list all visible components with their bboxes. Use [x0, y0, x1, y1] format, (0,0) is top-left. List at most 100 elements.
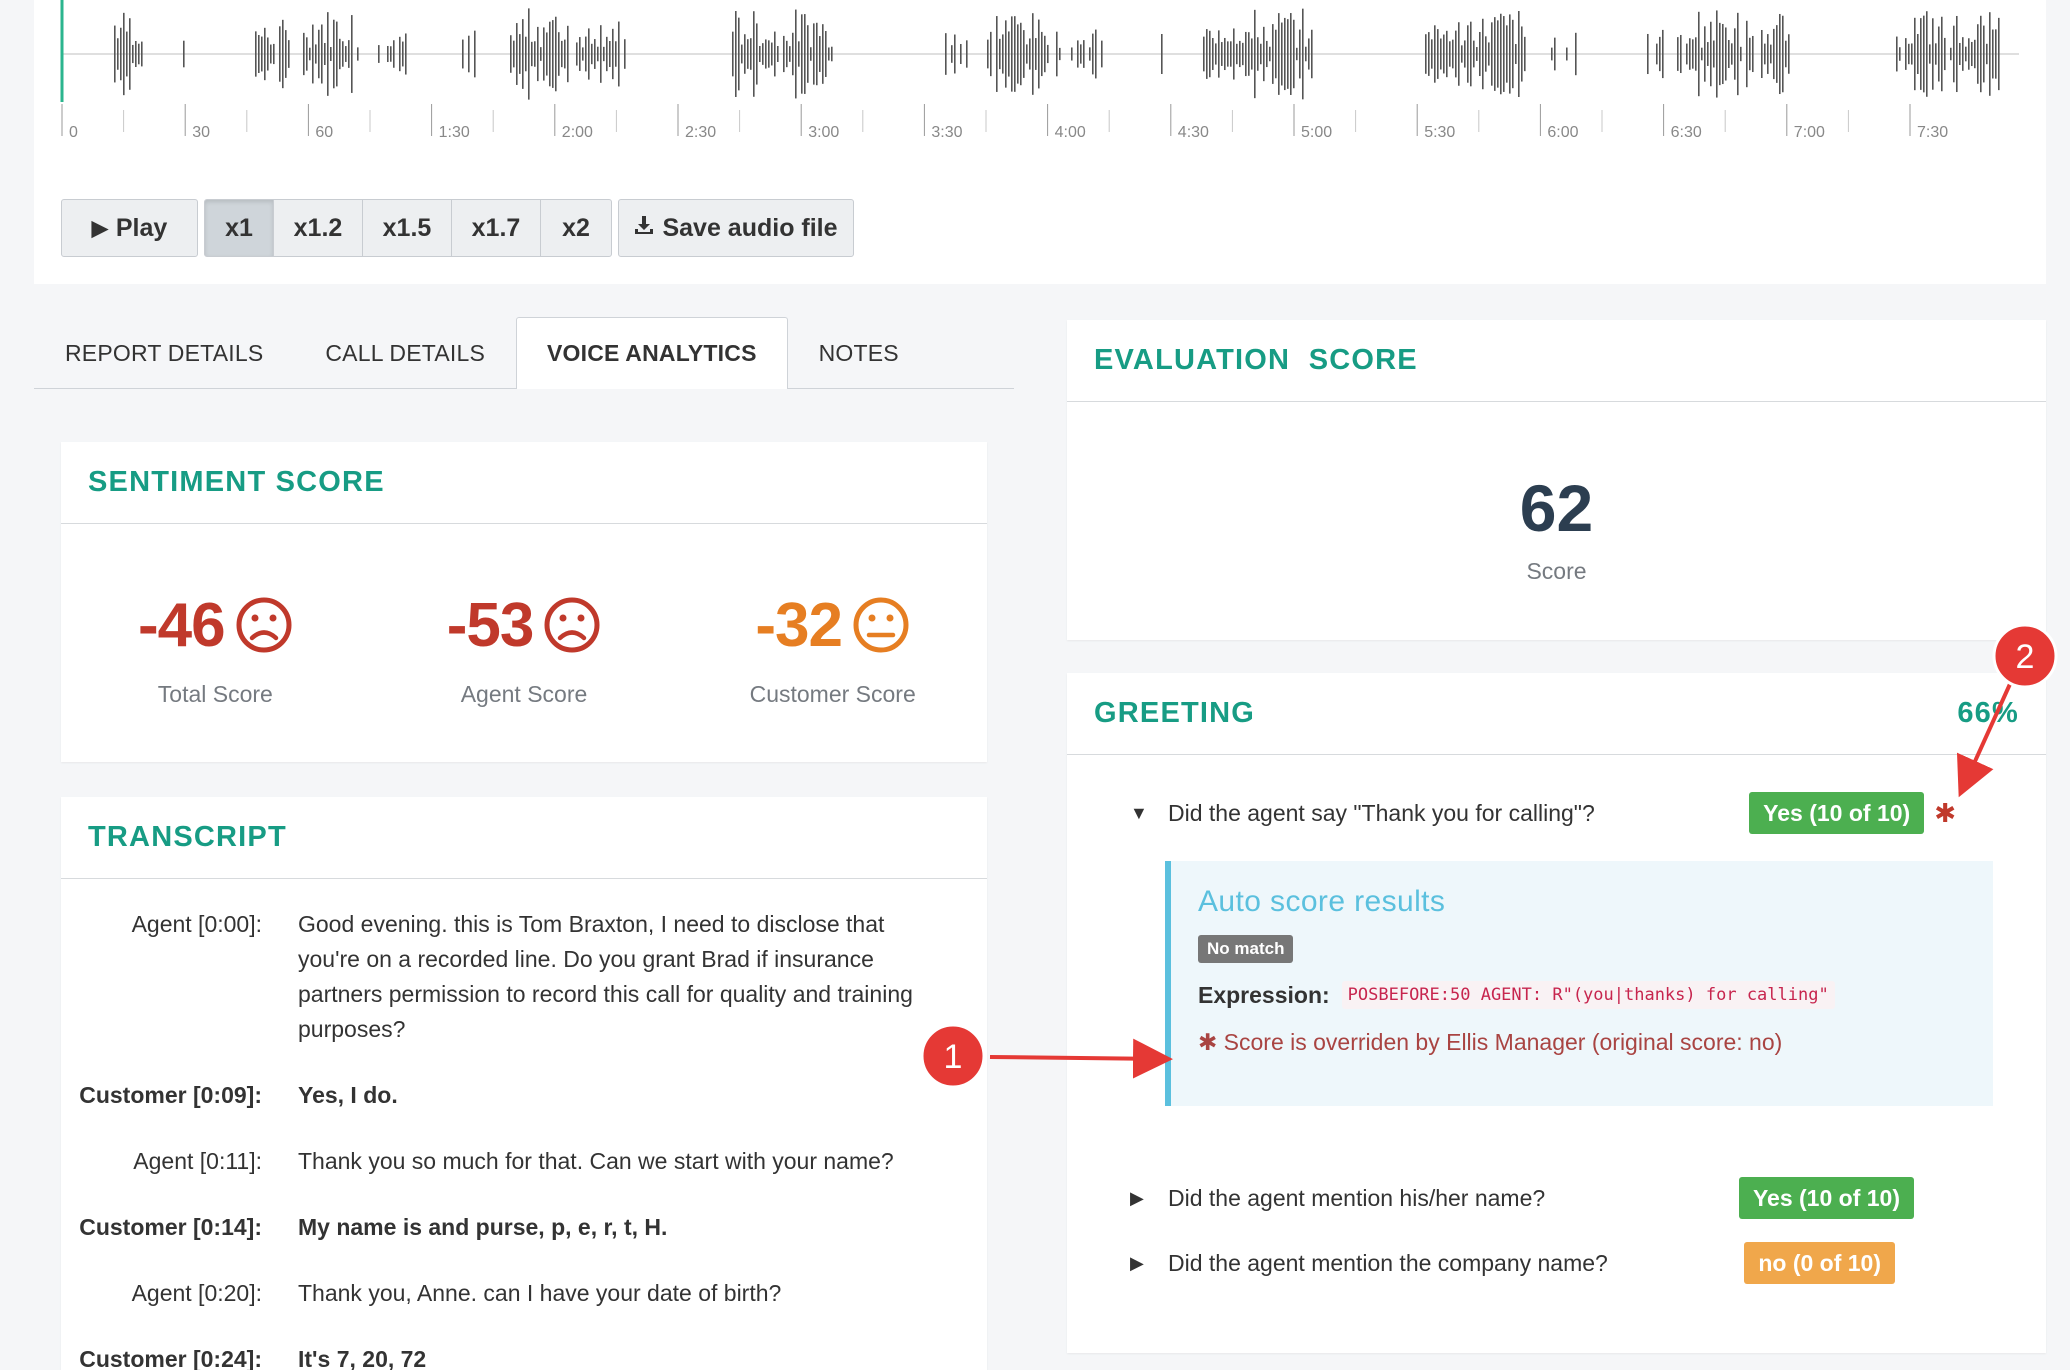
- waveform-bar: [1734, 28, 1736, 80]
- tab-voice-analytics[interactable]: VOICE ANALYTICS: [516, 317, 788, 389]
- waveform-bar: [1761, 29, 1763, 79]
- waveform-bar: [1209, 30, 1211, 78]
- tab-call-details[interactable]: CALL DETAILS: [294, 317, 516, 389]
- playback-speed-group: x1 x1.2 x1.5 x1.7 x2: [204, 199, 612, 257]
- waveform-bar: [549, 21, 551, 87]
- tab-notes[interactable]: NOTES: [788, 317, 930, 389]
- waveform-bar: [1215, 43, 1217, 65]
- speed-x1-7-button[interactable]: x1.7: [451, 199, 541, 257]
- waveform-bar: [1251, 38, 1253, 70]
- waveform-bar: [795, 9, 797, 99]
- waveform-bar: [831, 46, 833, 62]
- answer-badge[interactable]: Yes (10 of 10): [1749, 792, 1925, 834]
- waveform-bar: [1503, 16, 1505, 92]
- waveform-bar: [309, 47, 311, 61]
- waveform-bar: [771, 42, 773, 66]
- transcript-title: TRANSCRIPT: [61, 797, 987, 879]
- waveform-bar: [378, 45, 380, 63]
- play-button[interactable]: ▶ Play: [61, 199, 198, 257]
- timeline-tick-label: 30: [192, 124, 210, 141]
- speed-x1-button[interactable]: x1: [204, 199, 274, 257]
- waveform-bar: [1470, 21, 1472, 87]
- waveform-bar: [774, 31, 776, 77]
- waveform-bar: [1428, 32, 1430, 76]
- waveform-bar: [579, 37, 581, 71]
- waveform-bar: [1773, 28, 1775, 80]
- waveform-bar: [1506, 25, 1508, 83]
- waveform-bar: [537, 26, 539, 82]
- caret-right-icon[interactable]: ▶: [1130, 1188, 1154, 1209]
- customer-score-label: Customer Score: [749, 681, 916, 707]
- transcript-text: Yes, I do.: [298, 1082, 398, 1108]
- evaluation-score-label: Score: [1526, 558, 1587, 584]
- waveform-bar: [744, 34, 746, 74]
- agent-score-label: Agent Score: [460, 681, 588, 707]
- waveform-bar: [1701, 47, 1703, 61]
- tab-label: REPORT DETAILS: [65, 340, 264, 366]
- waveform-bar: [1431, 39, 1433, 69]
- speed-x2-button[interactable]: x2: [540, 199, 612, 257]
- question-agent-name[interactable]: ▶ Did the agent mention his/her name? Ye…: [1130, 1176, 1990, 1220]
- waveform-bar: [1725, 27, 1727, 81]
- waveform-bar: [132, 44, 134, 64]
- question-thank-you-for-calling[interactable]: ▼ Did the agent say "Thank you for calli…: [1130, 791, 1990, 835]
- waveform-bar: [1959, 42, 1961, 66]
- waveform-bar: [279, 26, 281, 82]
- total-score-label: Total Score: [157, 681, 273, 707]
- waveform-bar: [1962, 37, 1964, 71]
- waveform-bar: [1227, 41, 1229, 67]
- waveform-bar: [564, 39, 566, 69]
- timeline-tick-label: 60: [315, 124, 333, 141]
- save-audio-button[interactable]: Save audio file: [618, 199, 854, 257]
- waveform-bar: [474, 30, 476, 78]
- waveform-bar: [1434, 25, 1436, 83]
- waveform-bar: [528, 8, 530, 100]
- waveform-bar: [1059, 47, 1061, 61]
- caret-right-icon[interactable]: ▶: [1130, 1253, 1154, 1274]
- speed-x1-5-button[interactable]: x1.5: [362, 199, 452, 257]
- waveform-bar: [525, 36, 527, 72]
- caret-down-icon[interactable]: ▼: [1130, 803, 1154, 824]
- waveform-bar: [1290, 13, 1292, 95]
- waveform-bar: [1278, 13, 1280, 95]
- sentiment-scores: -46 Total Score -53 Agent Score -32 Cust…: [61, 524, 987, 708]
- waveform-bar: [516, 23, 518, 85]
- evaluation-score-title: EVALUATION SCORE: [1067, 320, 2046, 402]
- waveform-bar: [1266, 40, 1268, 68]
- speed-label: x1.7: [471, 213, 521, 242]
- timeline-tick-label: 4:30: [1178, 124, 1209, 141]
- waveform-bar: [1914, 17, 1916, 91]
- waveform-bar: [810, 47, 812, 61]
- question-company-name[interactable]: ▶ Did the agent mention the company name…: [1130, 1241, 1990, 1285]
- waveform-bar: [1077, 40, 1079, 68]
- speed-label: x1.2: [293, 213, 343, 242]
- timeline-tick-label: 4:00: [1055, 124, 1086, 141]
- waveform-bar: [1692, 39, 1694, 69]
- waveform-bar: [1497, 20, 1499, 88]
- waveform-bar: [618, 21, 620, 87]
- waveform-bar: [255, 31, 257, 77]
- transcript-row: Agent [0:20]: Thank you, Anne. can I hav…: [61, 1276, 987, 1311]
- waveform-bar: [1242, 42, 1244, 66]
- total-score-value: -46: [138, 590, 226, 660]
- answer-badge[interactable]: no (0 of 10): [1744, 1242, 1895, 1284]
- waveform-bar: [1083, 40, 1085, 68]
- no-match-badge: No match: [1198, 935, 1294, 963]
- speed-x1-2-button[interactable]: x1.2: [273, 199, 363, 257]
- callout-2-label: 2: [2016, 638, 2035, 676]
- audio-waveform[interactable]: 0 30 60 1:30 2:00 2:30 3:00 3:30 4:00 4:30 5:00 5:3…: [34, 0, 2046, 145]
- greeting-header[interactable]: GREETING 66%: [1067, 673, 2046, 755]
- waveform-bar: [990, 31, 992, 77]
- play-icon: ▶: [91, 216, 108, 240]
- tab-report-details[interactable]: REPORT DETAILS: [34, 317, 294, 389]
- waveform-bar: [597, 46, 599, 62]
- waveform-bar: [1293, 19, 1295, 89]
- transcript-speaker: Agent [0:20]:: [131, 1280, 262, 1306]
- waveform-bar: [393, 40, 395, 68]
- waveform-bar: [1716, 10, 1718, 98]
- transcript-panel: TRANSCRIPT Agent [0:00]: Good evening. t…: [61, 797, 987, 1370]
- answer-badge[interactable]: Yes (10 of 10): [1738, 1177, 1914, 1219]
- waveform-bar: [996, 16, 998, 92]
- waveform-bar: [1989, 12, 1991, 96]
- waveform-bar: [1788, 34, 1790, 74]
